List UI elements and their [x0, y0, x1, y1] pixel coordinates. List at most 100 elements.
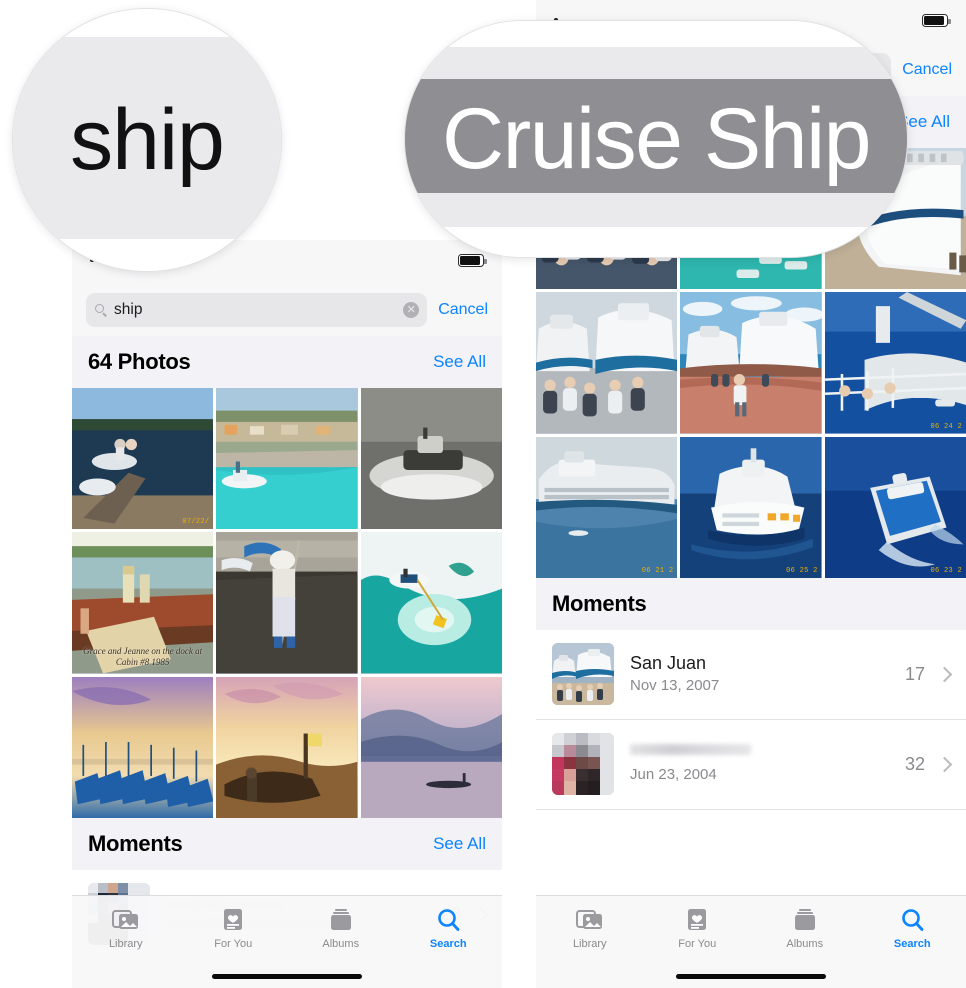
tab-label: Search — [893, 938, 931, 950]
photo-thumbnail[interactable] — [216, 676, 358, 818]
photo-grid-left: 07/22/ Grace and Jeanne on the dock at C… — [72, 388, 502, 818]
photo-sunset-boat — [216, 676, 358, 818]
moment-thumbnail — [552, 733, 614, 796]
photo-thumbnail[interactable] — [680, 292, 822, 434]
photo-thumbnail[interactable] — [536, 292, 678, 434]
photo-thumbnail[interactable]: 06 25 2 — [680, 436, 822, 578]
tab-albums[interactable]: Albums — [287, 896, 395, 950]
photo-ship-at-sea — [680, 436, 822, 578]
battery-icon — [922, 14, 951, 27]
moment-count: 32 — [904, 753, 925, 774]
heart-card-icon — [683, 907, 711, 933]
photo-thumbnail[interactable]: 06 23 2 — [824, 436, 966, 578]
section-header-moments-right: Moments — [536, 577, 966, 630]
moment-name: San Juan — [630, 653, 707, 674]
albums-icon — [791, 907, 819, 933]
section-header-moments-left: Moments See All — [72, 817, 502, 870]
photo-thumbnail[interactable]: 06 24 2 — [824, 292, 966, 434]
see-all-link-moments-left[interactable]: See All — [433, 834, 486, 854]
tab-label: Albums — [786, 938, 824, 950]
photo-timestamp: 06 23 2 — [930, 566, 962, 575]
moment-date: Nov 13, 2007 — [630, 677, 720, 695]
magnifier-suggestion: Cruise Ship — [404, 20, 908, 258]
section-header-photos-left: 64 Photos See All — [72, 336, 502, 388]
section-title: Moments — [88, 830, 183, 856]
tab-bar-right: Library For You Albums Search — [536, 895, 966, 988]
photo-thumbnail[interactable] — [216, 532, 358, 674]
search-input-left[interactable]: ship ✕ — [86, 293, 428, 327]
heart-card-icon — [219, 907, 247, 933]
photo-caption: Grace and Jeanne on the dock at Cabin #8… — [83, 645, 203, 667]
chevron-right-icon — [936, 756, 953, 773]
photo-deck-dome — [824, 292, 966, 434]
search-bar-left: ship ✕ Cancel — [72, 284, 502, 336]
cancel-button-left[interactable]: Cancel — [438, 301, 488, 319]
photo-thumbnail[interactable] — [360, 388, 502, 530]
section-title: Moments — [552, 590, 647, 616]
tab-bar-left: Library For You Albums Search — [72, 895, 502, 988]
tab-search[interactable]: Search — [395, 896, 503, 950]
photo-thumbnail[interactable] — [216, 388, 358, 530]
redacted-thumbnail — [552, 733, 614, 796]
photo-timestamp: 06 25 2 — [786, 566, 818, 575]
tab-library[interactable]: Library — [536, 896, 644, 950]
screen-left: ship ✕ Cancel 64 Photos See All 07/22/ G… — [72, 240, 502, 988]
photo-tugboat-wake — [360, 388, 502, 530]
moment-info: Jun 23, 2004 — [630, 743, 905, 785]
photo-venice-gondolas — [72, 676, 214, 818]
search-icon — [898, 907, 926, 933]
photo-two-ships-dock — [536, 292, 678, 434]
clear-search-button-left[interactable]: ✕ — [403, 302, 420, 318]
see-all-link-photos-left[interactable]: See All — [433, 352, 486, 372]
photo-child-fishing — [216, 532, 358, 674]
home-indicator — [212, 974, 362, 979]
moment-thumbnail — [552, 643, 614, 706]
photo-boat-dock — [72, 388, 214, 530]
home-indicator — [676, 974, 826, 979]
moment-list-item[interactable]: San Juan Nov 13, 2007 17 — [536, 629, 966, 720]
redacted-moment-name — [630, 743, 751, 755]
photo-ships-pier — [680, 292, 822, 434]
tab-label: For You — [214, 938, 253, 950]
magnifier-content: ship — [13, 9, 281, 271]
photo-aerial-reef — [360, 532, 502, 674]
tab-albums[interactable]: Albums — [751, 896, 859, 950]
tab-label: For You — [678, 938, 717, 950]
photo-thumbnail[interactable]: 06 21 2 — [536, 436, 678, 578]
albums-icon — [327, 907, 355, 933]
photos-icon — [575, 907, 604, 933]
chevron-right-icon — [936, 666, 953, 683]
magnifier-content: Cruise Ship — [405, 21, 907, 257]
results-scroll-left[interactable]: 64 Photos See All 07/22/ Grace and Jeann… — [72, 336, 502, 988]
phone-left: ship ✕ Cancel 64 Photos See All 07/22/ G… — [72, 240, 502, 988]
photo-harbor-town — [216, 388, 358, 530]
cancel-button-right[interactable]: Cancel — [902, 61, 952, 79]
tab-label: Search — [429, 938, 467, 950]
photo-timestamp: 06 24 2 — [930, 422, 962, 431]
moment-date: Jun 23, 2004 — [630, 765, 717, 783]
photo-timestamp: 06 21 2 — [641, 566, 674, 575]
photo-ferry-aerial — [824, 436, 966, 578]
photo-thumbnail[interactable] — [72, 676, 214, 818]
photo-thumbnail[interactable]: Grace and Jeanne on the dock at Cabin #8… — [72, 532, 214, 674]
tab-search[interactable]: Search — [859, 896, 966, 950]
section-title: 64 Photos — [88, 349, 191, 374]
magnified-text: ship — [70, 92, 225, 188]
tab-for-you[interactable]: For You — [180, 896, 288, 950]
moment-info: San Juan Nov 13, 2007 — [630, 652, 905, 696]
photo-misty-lake — [360, 676, 502, 818]
photo-thumbnail[interactable] — [360, 676, 502, 818]
moment-list-item[interactable]: Jun 23, 2004 32 — [536, 719, 966, 810]
photo-thumbnail[interactable] — [360, 532, 502, 674]
magnified-text: Cruise Ship — [441, 91, 872, 187]
photo-docked-liner — [536, 436, 678, 578]
search-icon — [95, 303, 108, 317]
tab-library[interactable]: Library — [72, 896, 180, 950]
photo-timestamp: 07/22/ — [182, 518, 210, 527]
photo-thumbnail[interactable]: 07/22/ — [72, 388, 214, 530]
screenshot-stage: ship ✕ Cancel 64 Photos See All 07/22/ G… — [0, 0, 966, 988]
photos-icon — [111, 907, 140, 933]
search-icon — [434, 907, 462, 933]
magnifier-search-term: ship — [12, 8, 282, 272]
tab-for-you[interactable]: For You — [644, 896, 752, 950]
